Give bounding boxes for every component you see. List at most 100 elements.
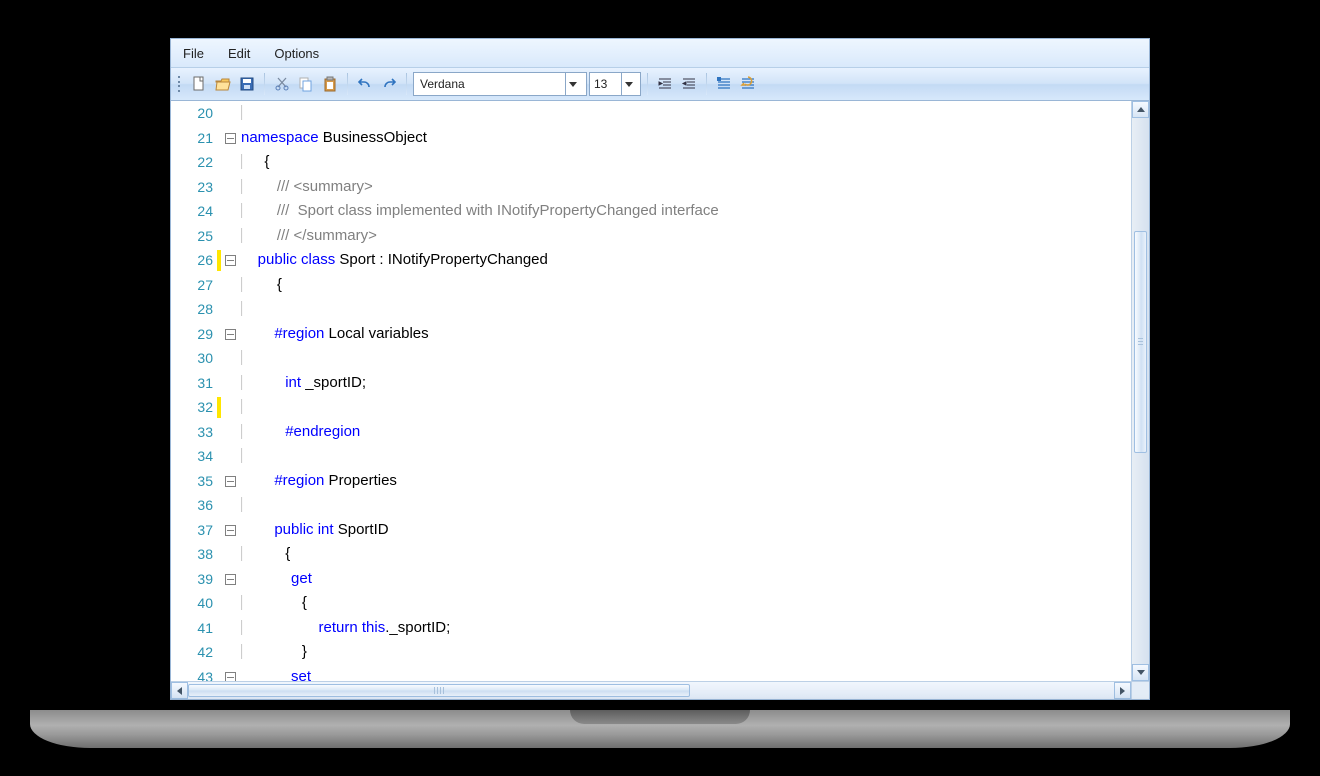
code-line[interactable]: 42⎸ } [171, 640, 1131, 665]
fold-collapse-icon[interactable] [225, 133, 236, 144]
uncomment-lines-icon [740, 76, 756, 92]
indent-icon [657, 76, 673, 92]
save-button[interactable] [236, 73, 258, 95]
open-button[interactable] [212, 73, 234, 95]
toolbar-separator [647, 73, 648, 95]
comment-button[interactable] [713, 73, 735, 95]
code-line[interactable]: 37 public int SportID [171, 518, 1131, 543]
cut-button[interactable] [271, 73, 293, 95]
code-area[interactable]: 20⎸21namespace BusinessObject22⎸ {23⎸ //… [171, 101, 1131, 681]
code-line[interactable]: 20 ⎸ [171, 101, 1131, 126]
code-content: ⎸ { [239, 591, 307, 616]
gutter-marks [217, 420, 239, 445]
indent-button[interactable] [654, 73, 676, 95]
code-content: ⎸ return this._sportID; [239, 616, 450, 641]
code-line[interactable]: 36⎸ [171, 493, 1131, 518]
code-content: ⎸ [239, 101, 256, 126]
horizontal-scroll-track[interactable] [188, 682, 1114, 699]
gutter-marks [217, 493, 239, 518]
code-line[interactable]: 28⎸ [171, 297, 1131, 322]
redo-button[interactable] [378, 73, 400, 95]
line-number: 23 [171, 175, 217, 200]
code-line[interactable]: 31 ⎸ int _sportID; [171, 371, 1131, 396]
fold-collapse-icon[interactable] [225, 574, 236, 585]
horizontal-scroll-thumb[interactable] [188, 684, 690, 697]
fold-collapse-icon[interactable] [225, 329, 236, 340]
code-line[interactable]: 43 set [171, 665, 1131, 682]
toolbar-separator [347, 73, 348, 95]
code-line[interactable]: 30 ⎸ [171, 346, 1131, 371]
menu-options[interactable]: Options [262, 39, 331, 67]
vertical-scrollbar[interactable] [1131, 101, 1149, 681]
code-line[interactable]: 22⎸ { [171, 150, 1131, 175]
gutter-marks [217, 665, 239, 682]
scroll-down-button[interactable] [1132, 664, 1149, 681]
menu-file[interactable]: File [171, 39, 216, 67]
line-number: 42 [171, 640, 217, 665]
fold-collapse-icon[interactable] [225, 672, 236, 682]
code-line[interactable]: 32⎸ [171, 395, 1131, 420]
code-line[interactable]: 21namespace BusinessObject [171, 126, 1131, 151]
copy-icon [298, 76, 314, 92]
gutter-marks [217, 567, 239, 592]
code-line[interactable]: 34⎸ [171, 444, 1131, 469]
font-size-select[interactable]: 13 [589, 72, 641, 96]
code-line[interactable]: 38⎸ { [171, 542, 1131, 567]
gutter-marks [217, 640, 239, 665]
vertical-scroll-thumb[interactable] [1134, 231, 1147, 453]
toolbar-separator [406, 73, 407, 95]
fold-collapse-icon[interactable] [225, 255, 236, 266]
line-number: 31 [171, 371, 217, 396]
code-line[interactable]: 33⎸ #endregion [171, 420, 1131, 445]
new-file-button[interactable] [188, 73, 210, 95]
code-content: ⎸ /// Sport class implemented with INoti… [239, 199, 719, 224]
code-line[interactable]: 39 get [171, 567, 1131, 592]
code-line[interactable]: 24⎸ /// Sport class implemented with INo… [171, 199, 1131, 224]
gutter-marks [217, 542, 239, 567]
gutter-marks [217, 322, 239, 347]
uncomment-button[interactable] [737, 73, 759, 95]
code-content: ⎸ [239, 346, 256, 371]
code-line[interactable]: 40⎸ { [171, 591, 1131, 616]
code-content: ⎸ [239, 395, 256, 420]
cut-icon [274, 76, 290, 92]
horizontal-scrollbar[interactable] [171, 681, 1131, 699]
code-line[interactable]: 41⎸ return this._sportID; [171, 616, 1131, 641]
paste-button[interactable] [319, 73, 341, 95]
dropdown-icon [565, 73, 580, 95]
code-content: ⎸ [239, 444, 256, 469]
gutter-marks [217, 224, 239, 249]
scroll-left-button[interactable] [171, 682, 188, 699]
gutter-marks [217, 395, 239, 420]
code-line[interactable]: 35 #region Properties [171, 469, 1131, 494]
gutter-marks [217, 126, 239, 151]
menu-edit[interactable]: Edit [216, 39, 262, 67]
fold-collapse-icon[interactable] [225, 525, 236, 536]
gutter-marks [217, 273, 239, 298]
gutter-marks [217, 518, 239, 543]
fold-collapse-icon[interactable] [225, 476, 236, 487]
code-line[interactable]: 27⎸ { [171, 273, 1131, 298]
code-line[interactable]: 29 #region Local variables [171, 322, 1131, 347]
scroll-right-button[interactable] [1114, 682, 1131, 699]
line-number: 20 [171, 101, 217, 126]
line-number: 30 [171, 346, 217, 371]
undo-button[interactable] [354, 73, 376, 95]
gutter-marks [217, 371, 239, 396]
line-number: 28 [171, 297, 217, 322]
code-line[interactable]: 26 public class Sport : INotifyPropertyC… [171, 248, 1131, 273]
code-content: ⎸ int _sportID; [239, 371, 366, 396]
outdent-button[interactable] [678, 73, 700, 95]
paste-icon [322, 76, 338, 92]
code-line[interactable]: 23⎸ /// <summary> [171, 175, 1131, 200]
editor: 20⎸21namespace BusinessObject22⎸ {23⎸ //… [171, 101, 1149, 681]
scroll-up-button[interactable] [1132, 101, 1149, 118]
font-family-select[interactable]: Verdana [413, 72, 587, 96]
line-number: 43 [171, 665, 217, 682]
line-number: 21 [171, 126, 217, 151]
code-content: public class Sport : INotifyPropertyChan… [239, 248, 548, 273]
toolbar-grip[interactable] [177, 73, 183, 95]
gutter-marks [217, 591, 239, 616]
copy-button[interactable] [295, 73, 317, 95]
code-line[interactable]: 25⎸ /// </summary> [171, 224, 1131, 249]
